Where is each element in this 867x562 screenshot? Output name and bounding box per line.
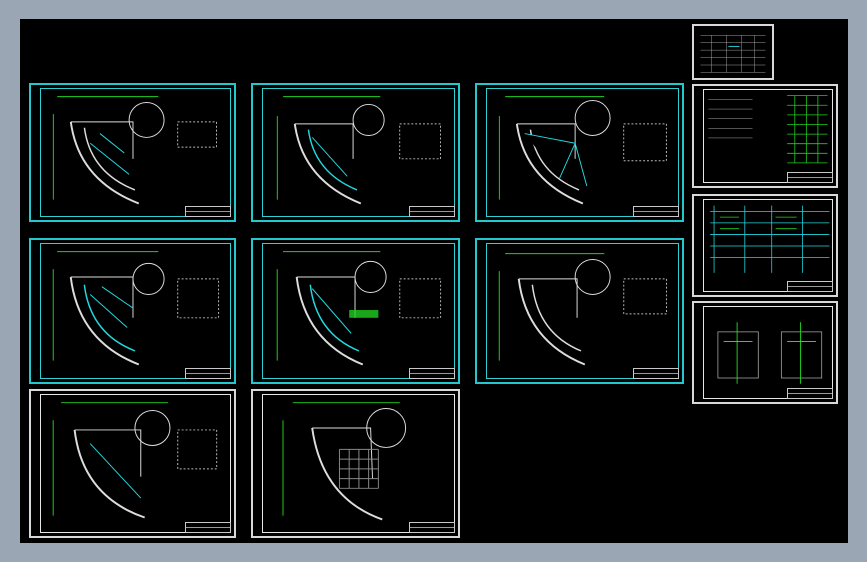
title-block — [409, 206, 455, 217]
drawing-sheet-plan-6[interactable] — [475, 238, 684, 384]
title-block — [633, 368, 679, 379]
schedule-table-graphic — [708, 95, 828, 164]
title-block — [409, 522, 455, 533]
title-block — [185, 368, 231, 379]
schedule-sheet-3[interactable] — [692, 301, 838, 404]
floor-plan-graphic — [276, 251, 442, 366]
drawing-sheet-plan-3[interactable] — [475, 83, 684, 222]
drawing-sheet-plan-4[interactable] — [29, 238, 236, 384]
drawing-sheet-plan-5[interactable] — [251, 238, 460, 384]
schedule-sheet-2[interactable] — [692, 194, 838, 297]
title-block — [787, 388, 833, 399]
title-block — [409, 368, 455, 379]
title-block — [185, 206, 231, 217]
schedule-table-graphic — [700, 35, 766, 73]
floor-plan-graphic — [498, 253, 668, 366]
title-block — [633, 206, 679, 217]
drawing-sheet-plan-8[interactable] — [251, 389, 460, 538]
floor-plan-graphic — [276, 96, 441, 205]
drawing-sheet-plan-2[interactable] — [251, 83, 460, 222]
drawing-sheet-plan-1[interactable] — [29, 83, 236, 222]
floor-plan-graphic — [498, 96, 667, 205]
schedule-sheet-1[interactable] — [692, 84, 838, 188]
schedule-sheet-top[interactable] — [692, 24, 774, 80]
title-block — [787, 281, 833, 292]
floor-plan-graphic — [52, 96, 217, 205]
cad-drawing-canvas[interactable] — [20, 19, 848, 543]
floor-plan-graphic — [52, 402, 218, 519]
drawing-sheet-plan-7[interactable] — [29, 389, 236, 538]
floor-plan-graphic — [52, 251, 220, 366]
title-block — [787, 172, 833, 183]
floor-plan-graphic — [282, 402, 407, 521]
title-block — [185, 522, 231, 533]
